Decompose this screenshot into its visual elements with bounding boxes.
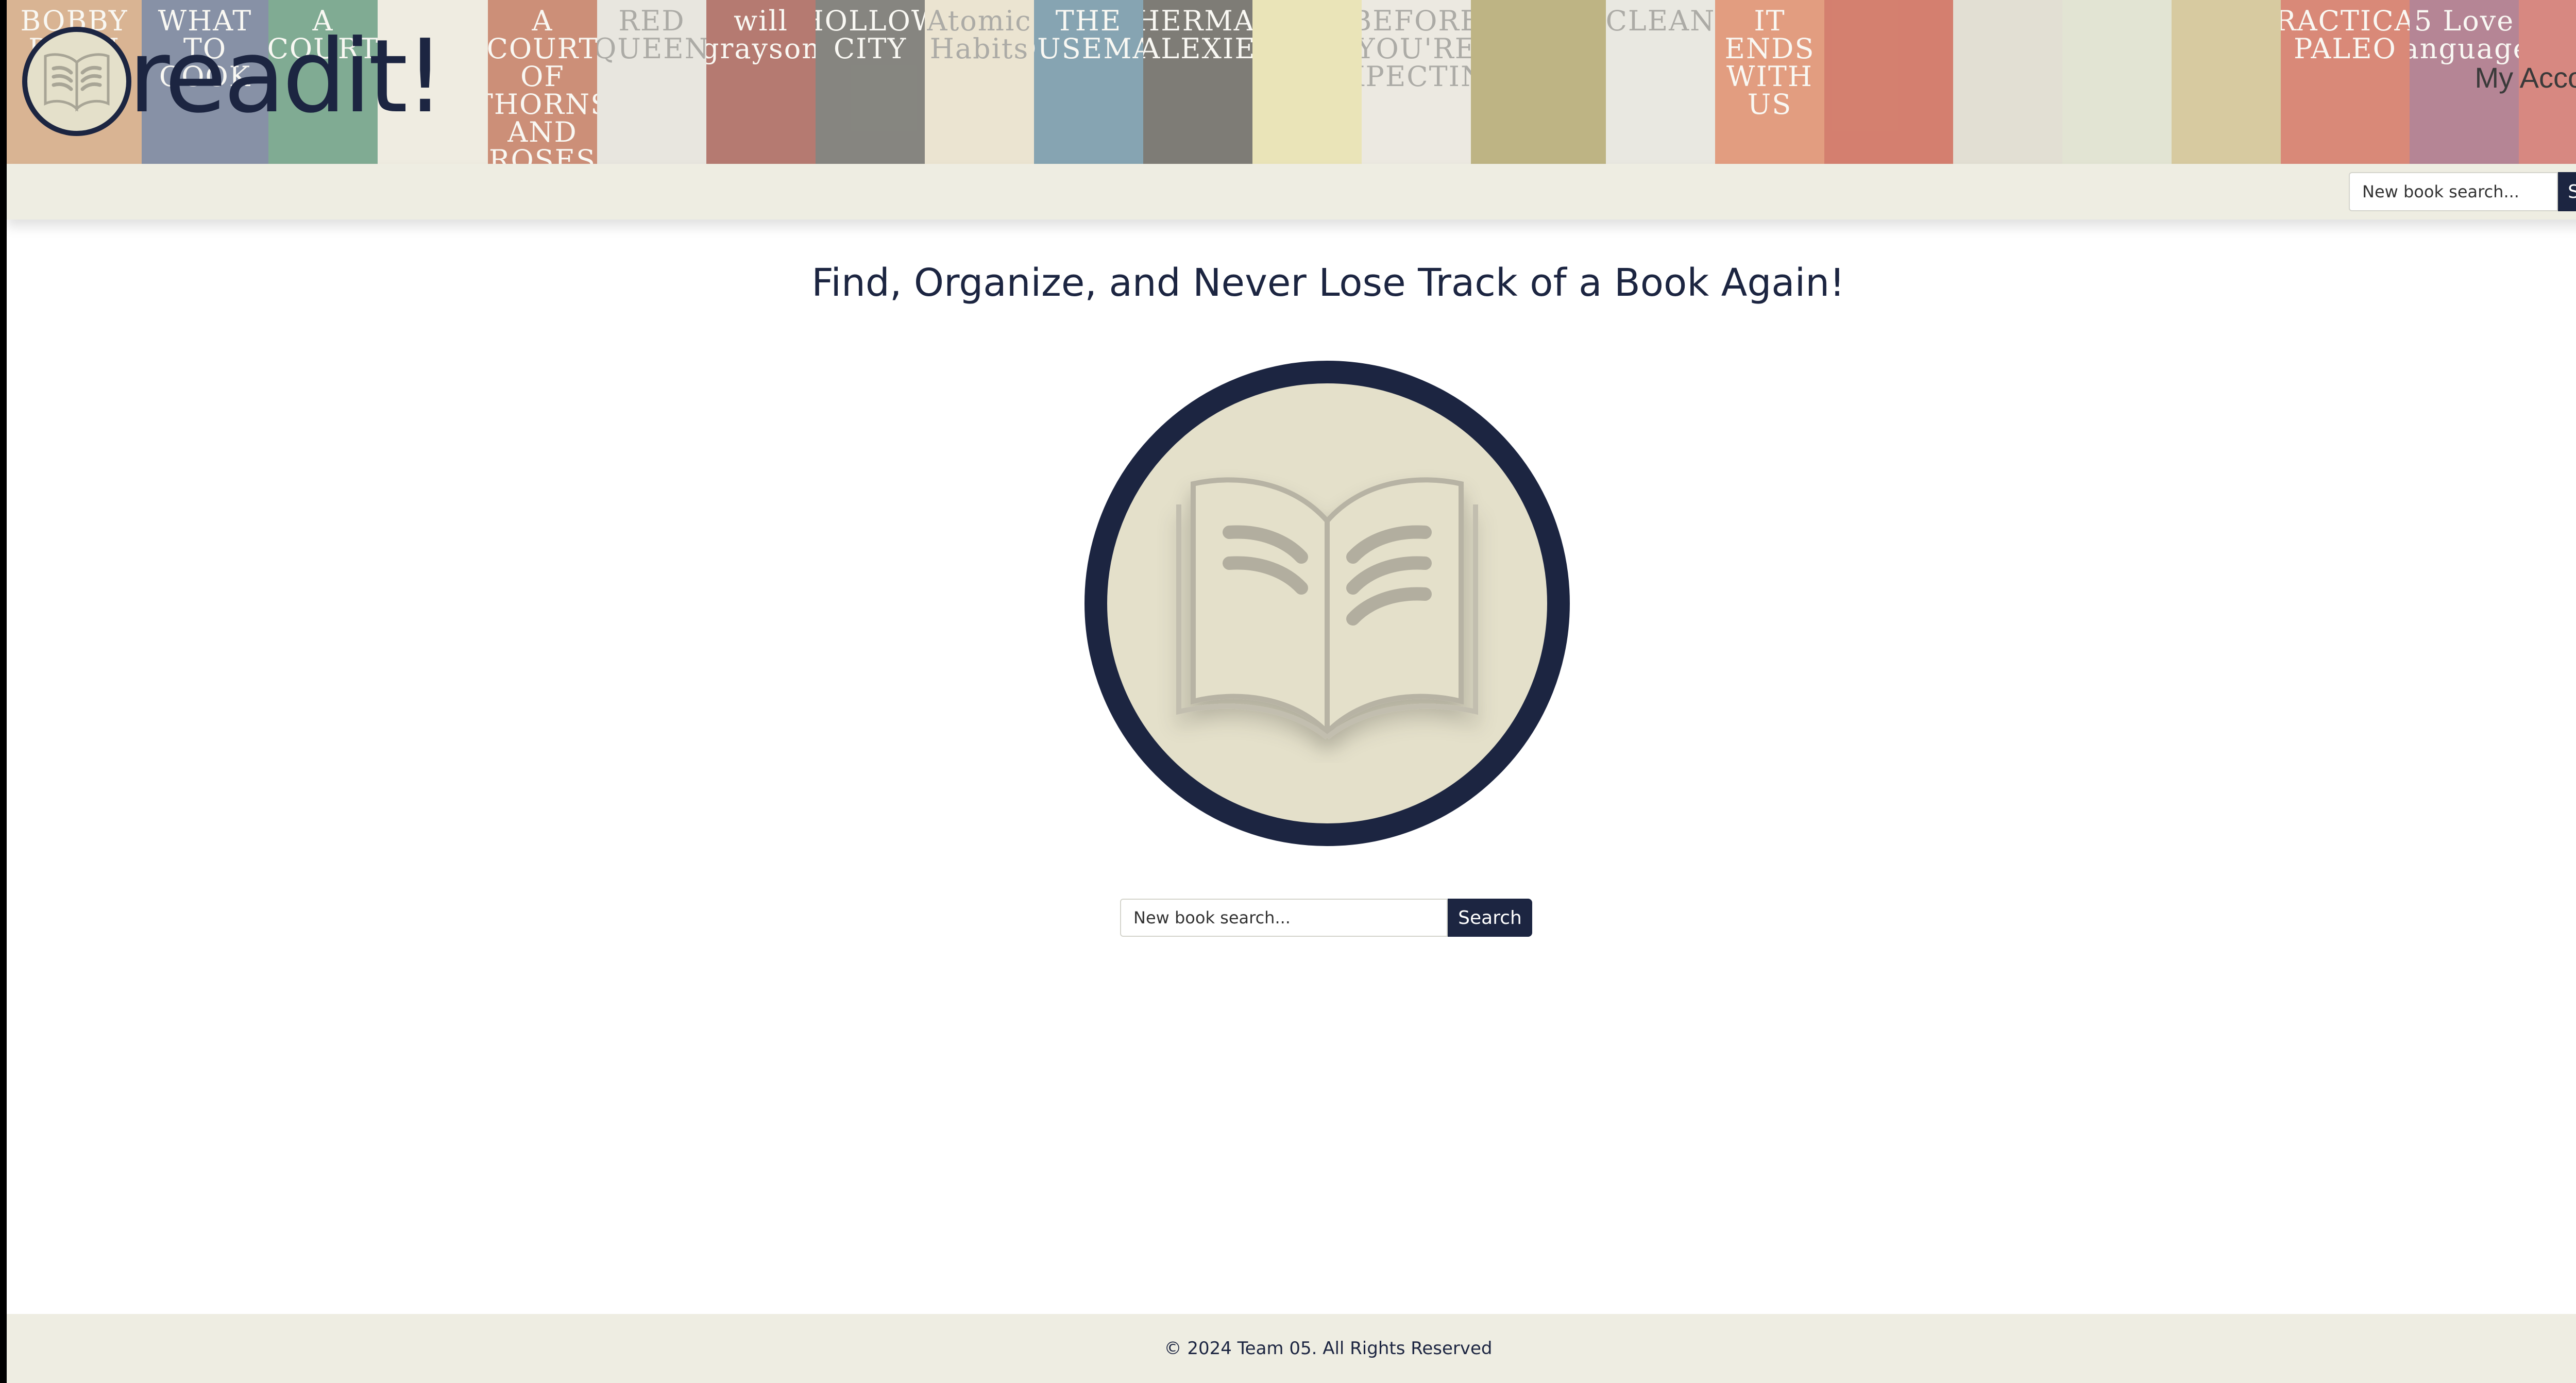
- hero-book-icon: [1084, 361, 1570, 846]
- site-logo[interactable]: readit!: [22, 18, 445, 138]
- page: BOBBY DEENWHAT TO COOKA COURTA COURT OF …: [7, 0, 2576, 1383]
- page-footer: © 2024 Team 05. All Rights Reserved: [7, 1314, 2576, 1383]
- main-search-button[interactable]: Search: [1448, 899, 1532, 937]
- main-search-form: Search: [1120, 899, 1532, 937]
- page-headline: Find, Organize, and Never Lose Track of …: [811, 261, 1845, 305]
- header-search-form: Search: [2349, 172, 2576, 211]
- header-search-input[interactable]: [2349, 172, 2558, 211]
- main-search-input[interactable]: [1120, 899, 1448, 937]
- logo-wordmark: readit!: [128, 18, 445, 136]
- search-strip: Search: [7, 164, 2576, 220]
- logo-book-icon: [22, 27, 131, 136]
- my-account-link[interactable]: My Account: [2475, 61, 2576, 94]
- header-search-button[interactable]: Search: [2558, 172, 2576, 211]
- copyright-text: © 2024 Team 05. All Rights Reserved: [1164, 1338, 1493, 1359]
